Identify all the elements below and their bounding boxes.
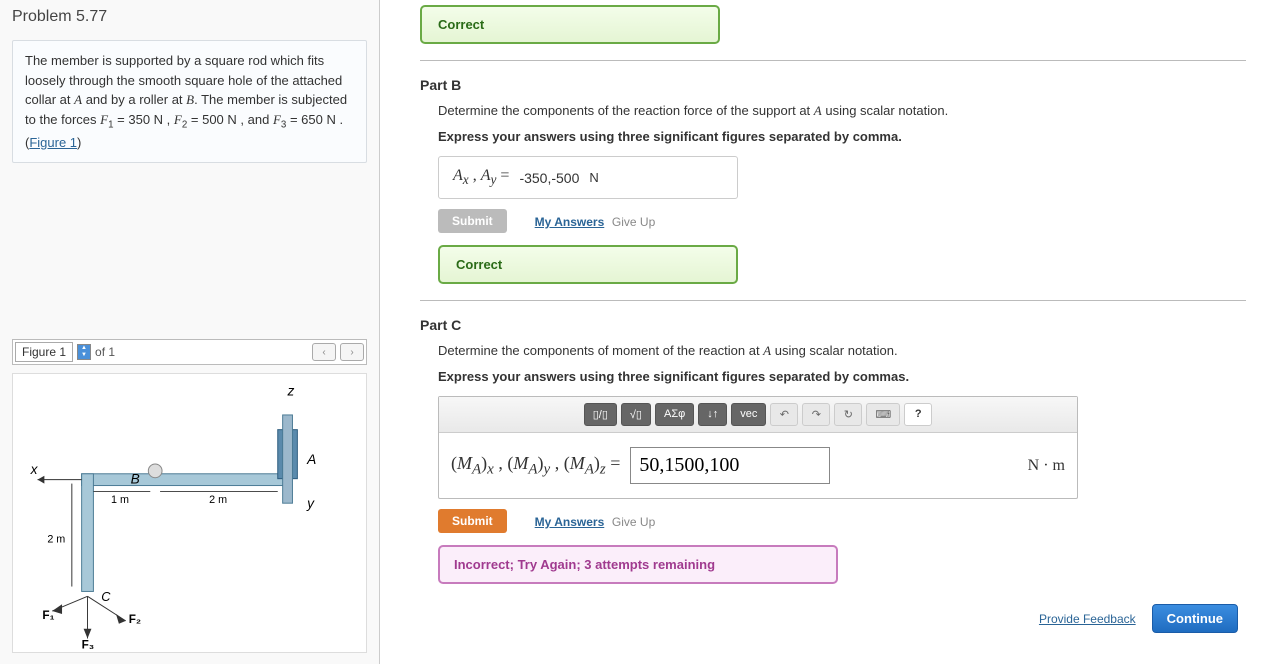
tool-undo-button[interactable]: ↶ [770,403,798,426]
provide-feedback-link[interactable]: Provide Feedback [1039,612,1136,626]
part-b-lhs: Ax , Ay = [453,167,509,188]
dim-2m-a: 2 m [209,494,227,506]
problem-text-end: ) [77,135,81,150]
label-A: A [306,452,316,467]
spinner-down-icon[interactable]: ▼ [78,352,90,359]
tool-greek-button[interactable]: ΑΣφ [655,403,694,426]
part-b-instruction: Determine the components of the reaction… [438,103,1246,119]
part-b-instr-A: A [814,103,822,118]
figure-image: z x y A B 1 m 2 m 2 m [12,373,367,653]
part-b-value: -350,-500 [519,170,579,186]
part-c-submit-button[interactable]: Submit [438,509,507,533]
part-c-instr-post: using scalar notation. [771,343,897,358]
part-b-my-answers-link[interactable]: My Answers [535,215,605,229]
label-B: B [131,472,140,487]
part-b-bold: Express your answers using three signifi… [438,129,1246,144]
part-b-instr-pre: Determine the components of the reaction… [438,103,814,118]
part-c-incorrect-box: Incorrect; Try Again; 3 attempts remaini… [438,545,838,584]
tool-redo-button[interactable]: ↷ [802,403,830,426]
point-B: B [186,92,194,107]
figure-link[interactable]: Figure 1 [29,135,77,150]
tool-vec-button[interactable]: vec [731,403,766,426]
part-c-answer-box: ▯/▯ √▯ ΑΣφ ↓↑ vec ↶ ↷ ↻ ⌨ ? (MA)x , (MA)… [438,396,1078,499]
figure-next-button[interactable]: › [340,343,364,361]
figure-bar: Figure 1 ▲▼ of 1 ‹ › [12,339,367,365]
part-b-unit: N [589,170,598,185]
label-C: C [101,589,111,604]
part-c-instruction: Determine the components of moment of th… [438,343,1246,359]
part-c-instr-A: A [763,343,771,358]
part-b-correct-box: Correct [438,245,738,284]
dim-1m: 1 m [111,494,129,506]
part-b-instr-post: using scalar notation. [822,103,948,118]
axis-x: x [30,462,39,477]
separator-2 [420,300,1246,301]
figure-count: of 1 [95,345,115,359]
tool-fraction-button[interactable]: ▯/▯ [584,403,617,426]
part-c-input-row: (MA)x , (MA)y , (MA)z = N · m [439,433,1077,498]
f3-sym: F [273,112,281,127]
problem-title: Problem 5.77 [0,0,379,34]
footer: Provide Feedback Continue [420,604,1246,633]
f2-sym: F [174,112,182,127]
part-c-lhs: (MA)x , (MA)y , (MA)z = [451,453,620,479]
label-F1: F₁ [42,609,54,622]
figure-svg: z x y A B 1 m 2 m 2 m [13,374,366,652]
f1-val: = 350 N , [114,112,174,127]
part-c-instr-pre: Determine the components of moment of th… [438,343,763,358]
part-c-heading: Part C [420,317,1246,333]
part-c-give-up-link[interactable]: Give Up [612,515,655,529]
part-c-submit-row: Submit My Answers Give Up [438,509,1246,533]
dim-2m-b: 2 m [47,534,65,546]
part-c-answer-input[interactable] [630,447,830,484]
separator [420,60,1246,61]
problem-text: The member is supported by a square rod … [12,40,367,163]
spinner-up-icon[interactable]: ▲ [78,345,90,352]
tool-sqrt-button[interactable]: √▯ [621,403,651,426]
tool-help-button[interactable]: ? [904,403,932,426]
part-b-submit-button[interactable]: Submit [438,209,507,233]
continue-button[interactable]: Continue [1152,604,1238,633]
part-b-give-up-link[interactable]: Give Up [612,215,655,229]
answer-toolbar: ▯/▯ √▯ ΑΣφ ↓↑ vec ↶ ↷ ↻ ⌨ ? [439,397,1077,433]
part-b-heading: Part B [420,77,1246,93]
part-b-submit-row: Submit My Answers Give Up [438,209,1246,233]
figure-label: Figure 1 [15,342,73,362]
axis-y: y [306,496,315,511]
label-F2: F₂ [129,613,141,626]
part-c-unit: N · m [1028,457,1065,475]
top-correct-box: Correct [420,5,720,44]
part-b-answer-row: Ax , Ay = -350,-500 N [438,156,738,199]
right-panel: Correct Part B Determine the components … [380,0,1266,664]
tool-updown-button[interactable]: ↓↑ [698,403,727,426]
label-F3: F₃ [82,639,95,652]
figure-spinner[interactable]: ▲▼ [77,344,91,360]
f1-sym: F [100,112,108,127]
f2-val: = 500 N , and [187,112,273,127]
tool-reset-button[interactable]: ↻ [834,403,862,426]
part-c-my-answers-link[interactable]: My Answers [535,515,605,529]
point-A: A [74,92,82,107]
left-panel: Problem 5.77 The member is supported by … [0,0,380,664]
part-c-bold: Express your answers using three signifi… [438,369,1246,384]
problem-text-mid1: and by a roller at [82,92,186,107]
tool-keyboard-button[interactable]: ⌨ [866,403,900,426]
axis-z: z [287,384,295,399]
figure-prev-button[interactable]: ‹ [312,343,336,361]
